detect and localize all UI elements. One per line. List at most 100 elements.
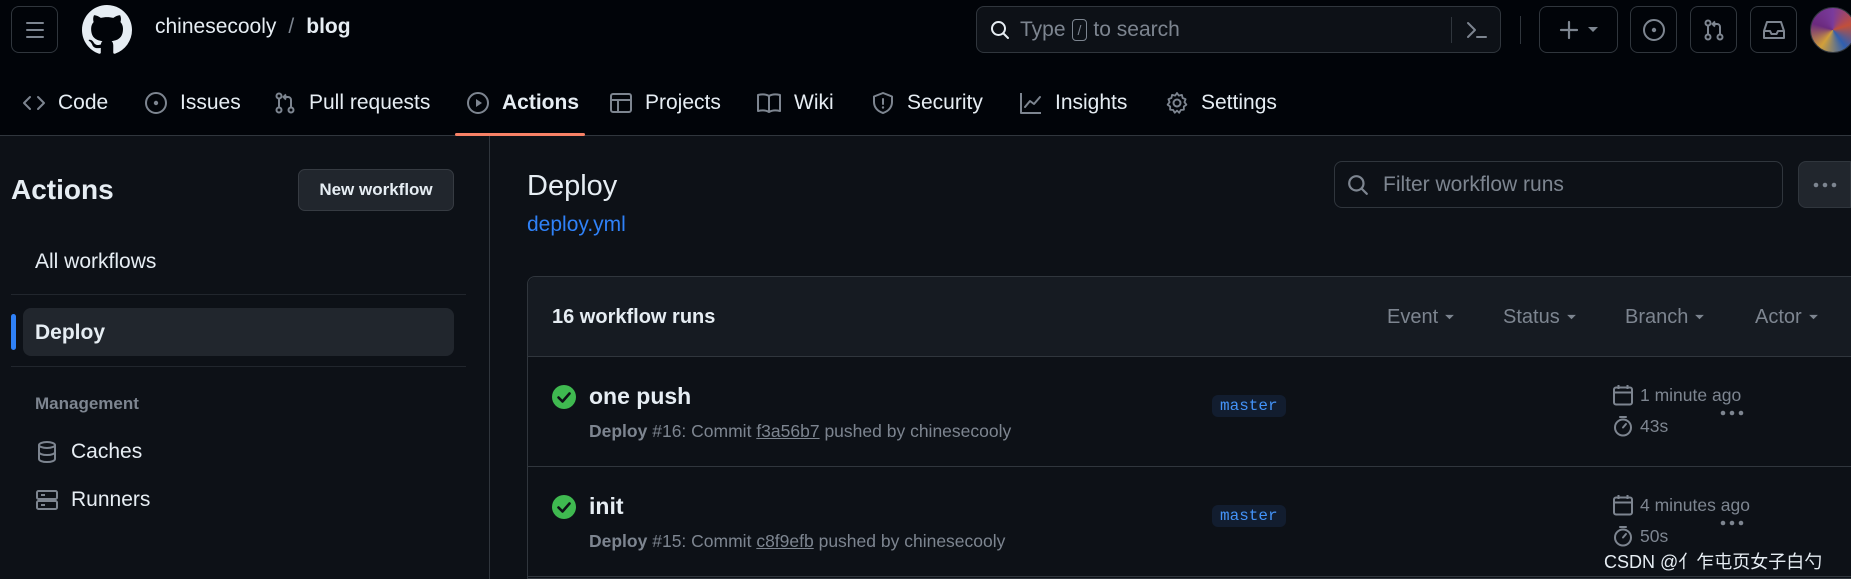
github-logo-icon[interactable] — [82, 5, 132, 55]
kebab-horizontal-icon — [1813, 182, 1836, 187]
search-divider — [1451, 17, 1452, 43]
tab-label: Code — [58, 91, 109, 114]
workflow-file-link[interactable]: deploy.yml — [527, 213, 626, 237]
sidebar-item-label: Runners — [71, 488, 151, 511]
tab-settings[interactable]: Settings — [1165, 75, 1277, 131]
menu-button[interactable] — [11, 6, 58, 53]
sidebar-divider — [11, 366, 466, 367]
tab-label: Insights — [1055, 91, 1128, 114]
filter-label: Actor — [1755, 306, 1802, 328]
calendar-icon — [1613, 495, 1633, 516]
tab-code[interactable]: Code — [22, 75, 108, 131]
sidebar-item-label: Caches — [71, 440, 143, 463]
sidebar-item-label: Deploy — [35, 321, 106, 344]
tab-actions[interactable]: Actions — [466, 75, 579, 131]
gear-icon — [1166, 92, 1188, 114]
tab-security[interactable]: Security — [871, 75, 983, 131]
tab-wiki[interactable]: Wiki — [756, 75, 834, 131]
workflow-runs-table: 16 workflow runs Event Status Branch Act… — [527, 276, 1851, 579]
triangle-down-icon — [1445, 314, 1455, 320]
filter-placeholder: Filter workflow runs — [1383, 172, 1564, 196]
command-palette-icon[interactable] — [1464, 17, 1490, 43]
sidebar-item-deploy-label[interactable]: Deploy — [35, 321, 105, 345]
workflow-menu-button[interactable] — [1798, 161, 1851, 208]
repo-link[interactable]: blog — [306, 15, 350, 39]
sidebar-title: Actions — [11, 174, 114, 205]
triangle-down-icon — [1695, 314, 1705, 320]
filter-runs-input[interactable]: Filter workflow runs — [1334, 161, 1783, 208]
tab-label: Issues — [180, 91, 241, 114]
selected-marker — [11, 314, 16, 350]
search-icon — [991, 20, 1009, 39]
workflow-run-row[interactable]: one push Deploy #16: Commit f3a56b7 push… — [528, 357, 1851, 467]
tab-label: Wiki — [794, 91, 834, 114]
run-menu-button[interactable] — [1716, 507, 1748, 539]
run-number: #15: Commit — [652, 531, 752, 551]
run-workflow: Deploy — [589, 421, 648, 441]
run-menu-button[interactable] — [1716, 397, 1748, 429]
header-divider — [1520, 16, 1521, 44]
graph-icon — [1020, 93, 1041, 114]
sidebar-item-caches[interactable]: Caches — [35, 440, 142, 464]
run-number: #16: Commit — [652, 421, 752, 441]
search-placeholder: Type / to search — [1020, 18, 1180, 42]
tab-pull-requests[interactable]: Pull requests — [273, 75, 430, 131]
runs-count: 16 workflow runs — [552, 306, 716, 328]
run-duration: 43s — [1612, 415, 1668, 437]
search-shortcut-key: / — [1071, 18, 1088, 41]
sidebar-item-runners[interactable]: Runners — [35, 488, 150, 512]
hamburger-icon — [25, 21, 44, 38]
watermark: CSDN @亻乍屯页女子白勺 — [1604, 552, 1823, 572]
run-duration-value: 43s — [1640, 415, 1669, 436]
issue-opened-icon — [145, 92, 167, 114]
kebab-horizontal-icon — [1720, 520, 1744, 526]
runs-table-header: 16 workflow runs Event Status Branch Act… — [528, 277, 1851, 357]
actor-filter-dropdown[interactable]: Actor — [1755, 306, 1819, 329]
search-suffix: to search — [1093, 17, 1180, 41]
issue-opened-icon — [1642, 18, 1665, 41]
issues-button[interactable] — [1630, 6, 1677, 53]
filter-label: Event — [1387, 306, 1439, 328]
branch-filter-dropdown[interactable]: Branch — [1625, 306, 1705, 329]
triangle-down-icon — [1808, 314, 1818, 320]
stopwatch-icon — [1614, 416, 1632, 437]
search-icon — [1348, 174, 1368, 195]
owner-link[interactable]: chinesecooly — [155, 15, 276, 39]
pull-requests-button[interactable] — [1690, 6, 1737, 53]
event-filter-dropdown[interactable]: Event — [1387, 306, 1455, 329]
run-workflow: Deploy — [589, 531, 648, 551]
run-title[interactable]: one push — [589, 383, 691, 410]
table-icon — [610, 93, 632, 113]
inbox-button[interactable] — [1750, 6, 1797, 53]
search-input[interactable]: Type / to search — [976, 6, 1501, 53]
avatar[interactable] — [1810, 7, 1851, 53]
new-workflow-button[interactable]: New workflow — [298, 169, 454, 211]
branch-label[interactable]: master — [1212, 395, 1286, 417]
run-actor: pushed by chinesecooly — [818, 531, 1006, 551]
tab-label: Projects — [645, 91, 721, 114]
run-actor: pushed by chinesecooly — [824, 421, 1012, 441]
tab-projects[interactable]: Projects — [609, 75, 721, 131]
triangle-down-icon — [1587, 26, 1598, 32]
tab-insights[interactable]: Insights — [1019, 75, 1127, 131]
sidebar-item-label: All workflows — [35, 250, 157, 273]
tab-label: Pull requests — [309, 91, 431, 114]
run-duration: 50s — [1612, 525, 1668, 547]
status-filter-dropdown[interactable]: Status — [1503, 306, 1577, 329]
run-title[interactable]: init — [589, 493, 624, 520]
branch-label[interactable]: master — [1212, 505, 1286, 527]
run-meta: Deploy #15: Commit c8f9efb pushed by chi… — [589, 531, 1005, 552]
global-bar: chinesecooly / blog Type / to search — [0, 0, 1851, 60]
create-new-button[interactable] — [1539, 6, 1618, 53]
repo-nav: Code Issues Pull requests Actions Projec… — [0, 75, 1851, 131]
triangle-down-icon — [1566, 314, 1576, 320]
play-icon — [467, 92, 489, 114]
git-pull-request-icon — [275, 92, 295, 114]
code-icon — [23, 96, 45, 110]
sidebar-item-all-workflows[interactable]: All workflows — [35, 250, 156, 274]
calendar-icon — [1613, 385, 1633, 406]
commit-link[interactable]: c8f9efb — [756, 531, 813, 551]
commit-link[interactable]: f3a56b7 — [756, 421, 819, 441]
check-circle-fill-icon — [552, 495, 576, 519]
tab-issues[interactable]: Issues — [144, 75, 241, 131]
